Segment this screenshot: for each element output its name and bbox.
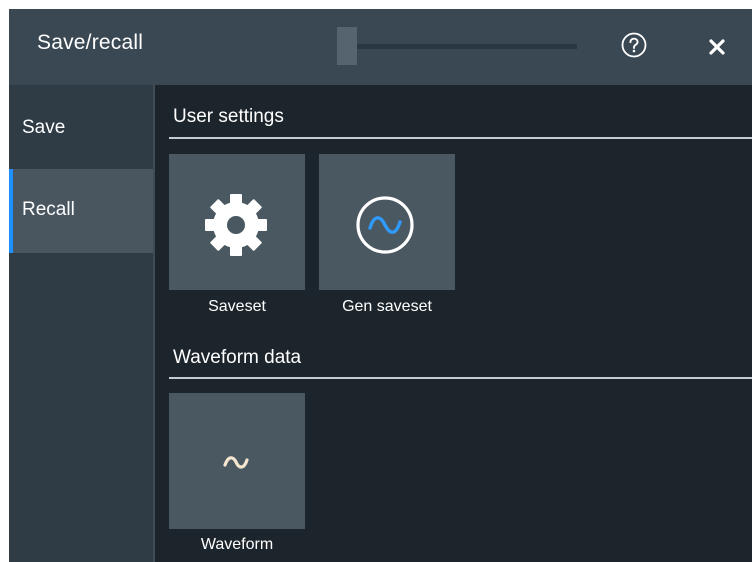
sidebar-item-label: Save (22, 117, 66, 138)
gen-saveset-label: Gen saveset (342, 298, 432, 315)
sidebar-item-label: Recall (22, 199, 75, 220)
sidebar-item-recall[interactable]: Recall (9, 169, 153, 253)
transparency-slider-track[interactable] (337, 44, 577, 49)
save-recall-dialog: Save/recall Save Recall User settings Sa… (9, 9, 752, 562)
sine-wave-icon (223, 456, 249, 469)
active-indicator (9, 169, 13, 253)
close-icon[interactable] (703, 33, 731, 61)
waveform-label: Waveform (200, 536, 274, 553)
dialog-titlebar: Save/recall (9, 9, 752, 85)
section-title-user-settings: User settings (173, 106, 284, 127)
gen-saveset-tile[interactable] (319, 154, 455, 290)
generator-sine-icon (356, 196, 414, 254)
section-divider (169, 137, 752, 139)
section-divider (169, 377, 752, 379)
help-icon[interactable] (621, 32, 647, 58)
gear-icon (205, 194, 267, 256)
dialog-title: Save/recall (37, 31, 144, 54)
waveform-tile[interactable] (169, 393, 305, 529)
saveset-tile[interactable] (169, 154, 305, 290)
sidebar-item-save[interactable]: Save (9, 87, 153, 171)
transparency-slider-thumb[interactable] (337, 27, 357, 65)
sidebar-divider (153, 85, 155, 562)
sidebar: Save Recall (9, 85, 153, 562)
section-title-waveform-data: Waveform data (173, 347, 302, 368)
